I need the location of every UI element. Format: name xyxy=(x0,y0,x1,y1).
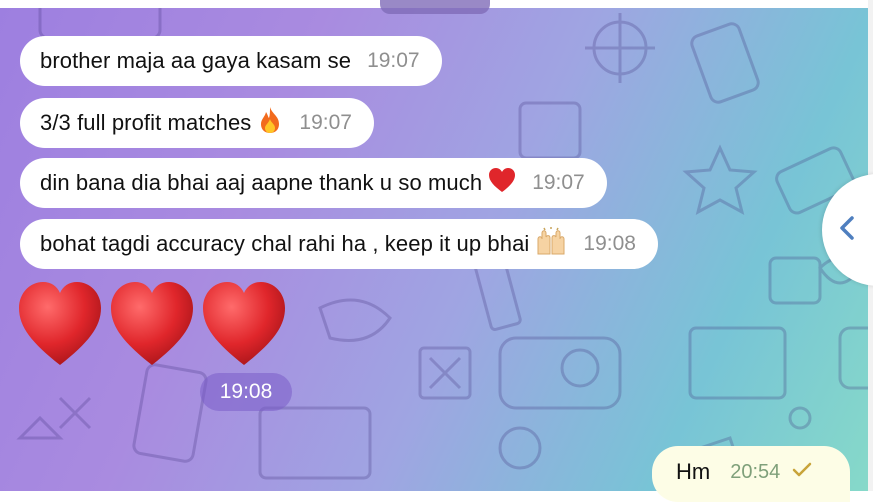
top-indicator xyxy=(380,0,490,14)
message-time: 19:08 xyxy=(583,232,636,255)
emoji-message-time: 19:08 xyxy=(200,373,292,411)
incoming-message[interactable]: 3/3 full profit matches 19:07 xyxy=(20,98,374,148)
fire-emoji xyxy=(257,106,283,140)
hearts-emoji-message[interactable] xyxy=(18,281,288,367)
raising-hands-emoji xyxy=(535,227,567,261)
red-heart-emoji xyxy=(203,282,285,365)
incoming-message[interactable]: din bana dia bhai aaj aapne thank u so m… xyxy=(20,158,607,208)
red-heart-emoji xyxy=(488,167,516,199)
single-check-icon xyxy=(792,462,812,483)
chevron-left-icon xyxy=(838,215,856,246)
red-heart-emoji xyxy=(19,282,101,365)
message-text: Hm xyxy=(676,459,711,484)
message-time: 19:07 xyxy=(299,111,352,134)
message-text: din bana dia bhai aaj aapne thank u so m… xyxy=(40,170,483,195)
outgoing-message[interactable]: Hm 20:54 xyxy=(652,446,850,502)
red-heart-emoji xyxy=(111,282,193,365)
incoming-message[interactable]: bohat tagdi accuracy chal rahi ha , keep… xyxy=(20,219,658,269)
message-time: 20:54 xyxy=(730,460,781,483)
message-time: 19:07 xyxy=(532,171,585,194)
message-time: 19:07 xyxy=(367,49,420,72)
message-text: bohat tagdi accuracy chal rahi ha , keep… xyxy=(40,231,530,256)
message-text: brother maja aa gaya kasam se xyxy=(40,48,352,73)
message-text: 3/3 full profit matches xyxy=(40,110,252,135)
incoming-message[interactable]: brother maja aa gaya kasam se 19:07 xyxy=(20,36,442,86)
